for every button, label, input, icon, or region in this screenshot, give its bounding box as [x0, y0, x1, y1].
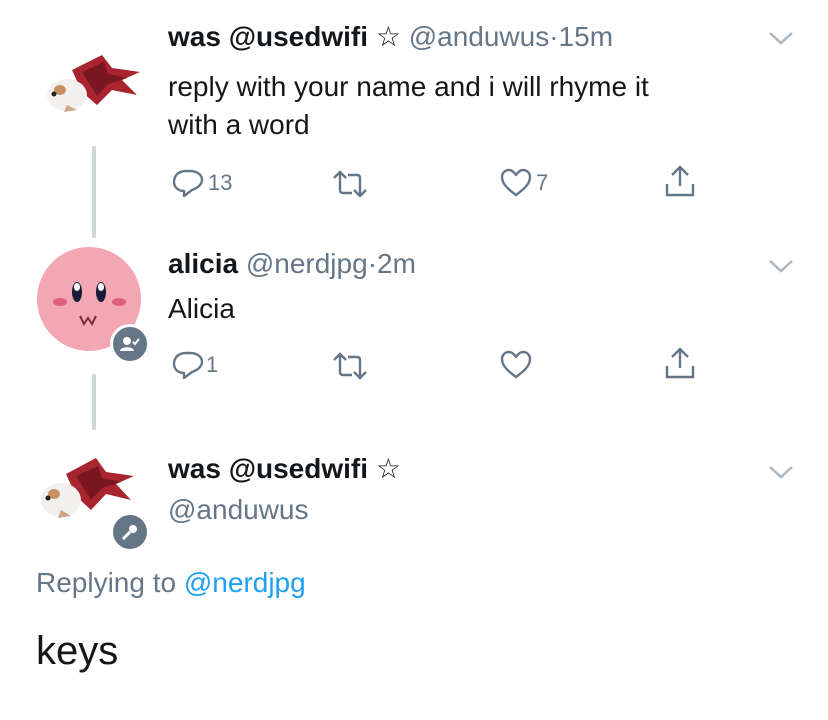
- chevron-down-icon[interactable]: [768, 30, 794, 51]
- tweet-text: Alicia: [168, 293, 235, 324]
- username[interactable]: @nerdjpg: [246, 248, 368, 279]
- heart-icon: [500, 168, 532, 198]
- share-button[interactable]: [664, 346, 696, 380]
- like-button[interactable]: 7: [500, 168, 548, 198]
- share-icon: [664, 164, 696, 198]
- heart-icon: [500, 350, 532, 380]
- retweet-icon: [330, 170, 370, 198]
- tweet-text-line: with a word: [168, 109, 310, 140]
- tweet-text: reply with your name and i will rhyme it…: [168, 68, 649, 144]
- thread-line: [92, 146, 96, 238]
- chevron-down-icon[interactable]: [768, 258, 794, 279]
- tweet-header: alicia @nerdjpg·2m: [168, 247, 416, 281]
- tweet-text-line: reply with your name and i will rhyme it: [168, 71, 649, 102]
- tweet-text: keys: [36, 629, 119, 673]
- share-icon: [664, 346, 696, 380]
- like-count: 7: [536, 170, 549, 195]
- like-button[interactable]: [500, 350, 532, 380]
- replying-to-handle-link[interactable]: @nerdjpg: [184, 567, 306, 598]
- retweet-button[interactable]: [330, 170, 370, 198]
- star-icon: ☆: [375, 21, 401, 52]
- display-name[interactable]: alicia: [168, 248, 238, 279]
- replying-to: Replying to @nerdjpg: [36, 566, 306, 600]
- username[interactable]: @anduwus: [168, 494, 309, 525]
- user-badge-icon: [110, 324, 150, 364]
- separator-dot: ·: [367, 248, 378, 279]
- retweet-button[interactable]: [330, 352, 370, 380]
- display-name[interactable]: was @usedwifi: [168, 21, 368, 52]
- star-icon: ☆: [375, 453, 401, 484]
- timestamp[interactable]: 15m: [559, 21, 613, 52]
- display-name[interactable]: was @usedwifi: [168, 453, 368, 484]
- reply-icon: [172, 168, 204, 198]
- chevron-down-icon[interactable]: [768, 464, 794, 485]
- reply-count: 13: [208, 170, 233, 195]
- reply-button[interactable]: 1: [172, 350, 218, 380]
- separator-dot: ·: [549, 21, 559, 52]
- reply-icon: [172, 350, 204, 380]
- username-line: @anduwus: [168, 493, 309, 527]
- reply-button[interactable]: 13: [172, 168, 232, 198]
- reply-count: 1: [206, 352, 219, 377]
- replying-to-label: Replying to: [36, 567, 177, 598]
- tweet-header: was @usedwifi ☆ @anduwus·15m: [168, 20, 613, 54]
- share-button[interactable]: [664, 164, 696, 198]
- username[interactable]: @anduwus: [409, 21, 550, 52]
- user-avatar[interactable]: [42, 50, 147, 125]
- timestamp[interactable]: 2m: [377, 248, 416, 279]
- thread-line: [92, 374, 96, 430]
- tweet-header: was @usedwifi ☆: [168, 452, 401, 486]
- retweet-icon: [330, 352, 370, 380]
- microphone-icon: [110, 512, 150, 552]
